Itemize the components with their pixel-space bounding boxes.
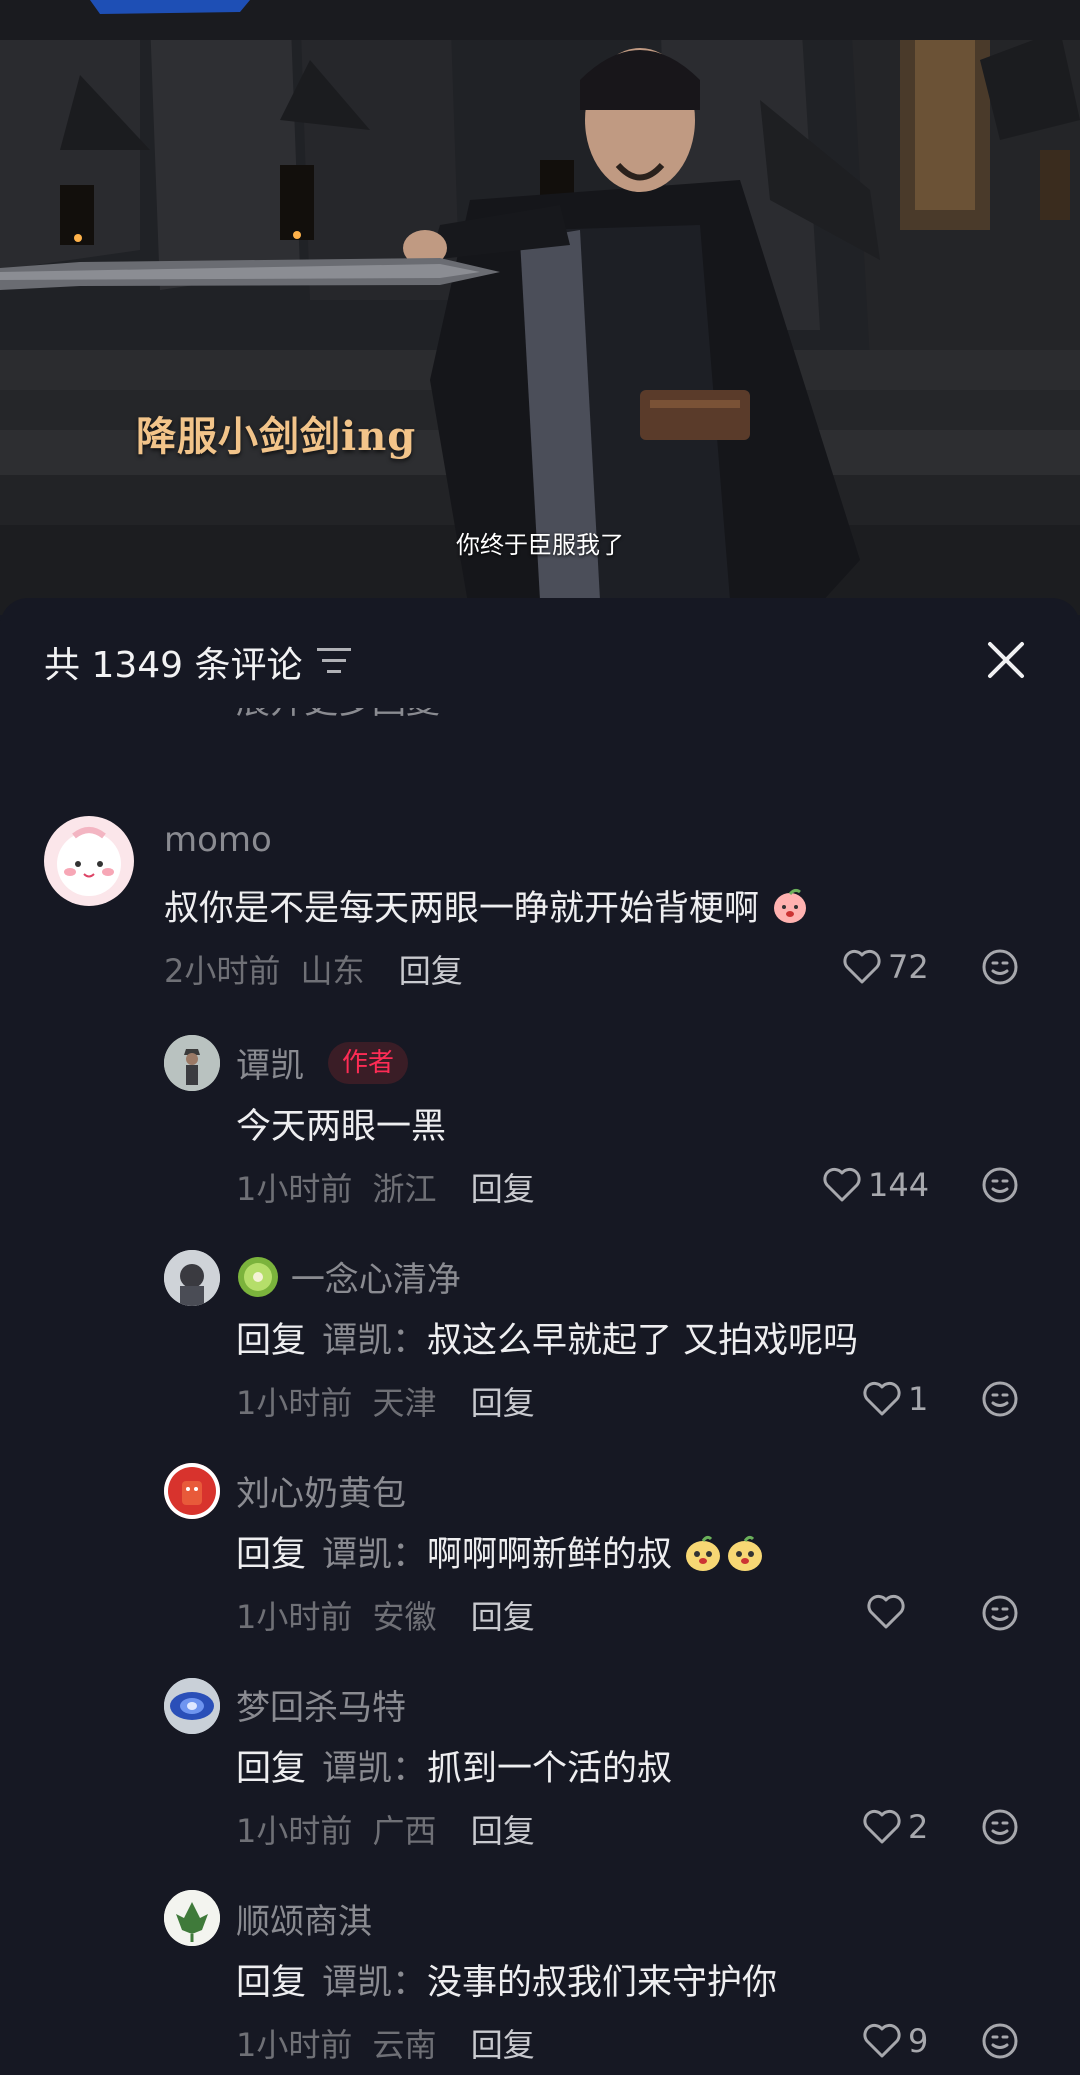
comment-text: 回复 谭凯：抓到一个活的叔: [236, 1749, 673, 1789]
comment-username[interactable]: 梦回杀马特: [236, 1680, 406, 1729]
comment-time: 1小时前: [236, 1598, 353, 1636]
author-badge: 作者: [328, 1042, 409, 1084]
smiley-icon[interactable]: [981, 1380, 1019, 1418]
reply-button[interactable]: 回复: [471, 2026, 535, 2064]
like-count: 9: [908, 2022, 929, 2060]
smiley-icon[interactable]: [981, 1808, 1019, 1846]
comment-location: 安徽: [372, 1598, 437, 1636]
heart-outline-icon: [863, 1809, 901, 1844]
comment-location: 云南: [372, 2026, 437, 2064]
comment-text: 回复 谭凯：叔这么早就起了 又拍戏呢吗: [236, 1321, 859, 1361]
comment-meta: 1小时前 浙江 回复: [236, 1164, 535, 1210]
avatar[interactable]: [164, 1890, 220, 1946]
comment-location: 天津: [372, 1384, 437, 1422]
reply-button[interactable]: 回复: [471, 1384, 535, 1422]
comment-text: 叔你是不是每天两眼一睁就开始背梗啊: [164, 880, 810, 931]
like-count: 72: [888, 948, 929, 986]
comment-username[interactable]: 一念心清净: [236, 1252, 461, 1301]
comment-time: 1小时前: [236, 1812, 353, 1850]
comment-time: 1小时前: [236, 2026, 353, 2064]
reply-button[interactable]: 回复: [471, 1598, 535, 1636]
comment-text: 回复 谭凯：啊啊啊新鲜的叔: [236, 1526, 767, 1577]
comment-meta: 1小时前 天津 回复: [236, 1378, 535, 1424]
smiley-icon[interactable]: [981, 1594, 1019, 1632]
sort-icon[interactable]: [317, 646, 351, 676]
like-count: 2: [908, 1808, 929, 1846]
heart-outline-icon: [867, 1594, 905, 1629]
comment-time: 1小时前: [236, 1170, 353, 1208]
bun-emoji-icon: [686, 1535, 763, 1571]
comment-username[interactable]: momo: [164, 820, 272, 860]
comment-username[interactable]: 刘心奶黄包: [236, 1466, 406, 1515]
heart-outline-icon: [863, 2023, 901, 2058]
reply-button[interactable]: 回复: [471, 1170, 535, 1208]
video-frame: [0, 0, 1080, 615]
reply-button[interactable]: 回复: [399, 952, 463, 990]
like-count: 144: [868, 1166, 930, 1204]
close-icon[interactable]: [982, 636, 1030, 684]
comment-time: 1小时前: [236, 1384, 353, 1422]
comment-location: 山东: [300, 952, 365, 990]
reply-button[interactable]: 回复: [471, 1812, 535, 1850]
reply-target-user[interactable]: 谭凯：: [322, 1321, 427, 1361]
like-button[interactable]: 144: [822, 1166, 929, 1204]
comment-location: 广西: [372, 1812, 437, 1850]
avatar[interactable]: [44, 816, 134, 906]
avatar[interactable]: [164, 1463, 220, 1519]
comment-count: 共 1349 条评论: [44, 645, 303, 686]
smiley-icon[interactable]: [981, 1166, 1019, 1204]
video-subtitle: 你终于臣服我了: [456, 531, 624, 559]
comment-body: 叔你是不是每天两眼一睁就开始背梗啊: [164, 889, 760, 929]
reply-target-user[interactable]: 谭凯：: [322, 1963, 427, 2003]
kiwi-emoji-icon: [238, 1257, 278, 1297]
comment-meta: 2小时前 山东 回复: [164, 946, 463, 992]
like-button[interactable]: 9: [862, 2022, 928, 2060]
heart-outline-icon: [843, 949, 881, 984]
like-button[interactable]: 1: [862, 1380, 928, 1418]
comment-sheet-header: 共 1349 条评论: [0, 598, 1080, 718]
avatar[interactable]: [164, 1250, 220, 1306]
heart-outline-icon: [823, 1167, 861, 1202]
expand-more-replies-partial: 展开更多回复: [236, 708, 440, 728]
reply-target-user[interactable]: 谭凯：: [322, 1749, 427, 1789]
peach-emoji-icon: [774, 888, 807, 923]
smiley-icon[interactable]: [981, 948, 1019, 986]
video-player[interactable]: 降服小剑剑ing 你终于臣服我了: [0, 0, 1080, 615]
like-count: 1: [908, 1380, 929, 1418]
smiley-icon[interactable]: [981, 2022, 1019, 2060]
heart-outline-icon: [863, 1381, 901, 1416]
comment-meta: 1小时前 安徽 回复: [236, 1592, 535, 1638]
video-stylized-caption: 降服小剑剑ing: [136, 413, 417, 460]
comment-meta: 1小时前 广西 回复: [236, 1806, 535, 1852]
reply-target-user[interactable]: 谭凯：: [322, 1535, 427, 1575]
like-button[interactable]: [866, 1594, 912, 1630]
comment-username[interactable]: 顺颂商淇: [236, 1894, 372, 1943]
avatar[interactable]: [164, 1035, 220, 1091]
comment-text: 今天两眼一黑: [236, 1107, 447, 1147]
comment-username[interactable]: 谭凯: [236, 1038, 304, 1087]
comment-text: 回复 谭凯：没事的叔我们来守护你: [236, 1963, 778, 2003]
comment-sheet: 共 1349 条评论 展开更多回复 momo 叔你是不是每天两: [0, 598, 1080, 2075]
comment-meta: 1小时前 云南 回复: [236, 2020, 535, 2066]
like-button[interactable]: 2: [862, 1808, 928, 1846]
avatar[interactable]: [164, 1678, 220, 1734]
like-button[interactable]: 72: [842, 948, 929, 986]
comment-location: 浙江: [372, 1170, 437, 1208]
comment-time: 2小时前: [164, 952, 281, 990]
